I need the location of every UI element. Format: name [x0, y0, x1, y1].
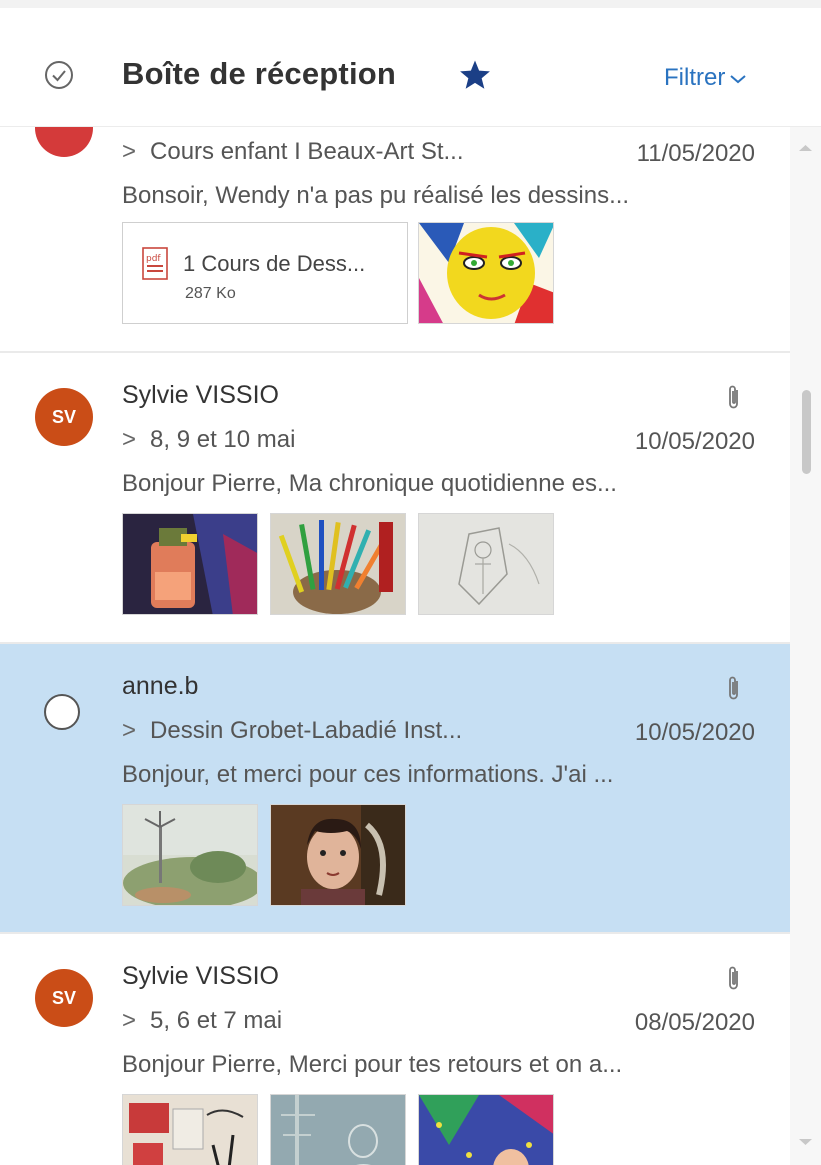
message-subject-text: 8, 9 et 10 mai: [150, 426, 296, 453]
attachment-thumbnail[interactable]: [418, 1094, 554, 1165]
attachment-card[interactable]: pdf 1 Cours de Dess... 287 Ko: [122, 222, 408, 324]
attachment-thumbnail[interactable]: [122, 513, 258, 615]
paperclip-icon: [729, 385, 738, 409]
scrollbar-thumb[interactable]: [802, 390, 811, 474]
paperclip-icon: [729, 966, 738, 990]
favorite-star-icon[interactable]: [458, 58, 492, 92]
attachment-thumbnail[interactable]: [270, 804, 406, 906]
filter-button[interactable]: Filtrer: [664, 64, 747, 92]
attachment-thumbnail[interactable]: [270, 1094, 406, 1165]
thread-chevron-icon[interactable]: >: [122, 426, 136, 454]
message-subject: >5, 6 et 7 mai: [122, 1007, 282, 1035]
chevron-down-icon: [730, 74, 746, 83]
message-sender: Sylvie VISSIO: [122, 962, 279, 990]
avatar: SV: [35, 388, 93, 446]
message-item[interactable]: SV Sylvie VISSIO >5, 6 et 7 mai 08/05/20…: [0, 934, 790, 1165]
message-subject-text: 5, 6 et 7 mai: [150, 1007, 283, 1034]
scroll-up-arrow-icon[interactable]: [790, 137, 821, 159]
message-item[interactable]: > Cours enfant I Beaux-Art St... 11/05/20…: [0, 127, 790, 352]
message-subject: >8, 9 et 10 mai: [122, 426, 295, 454]
message-preview: Bonsoir, Wendy n'a pas pu réalisé les de…: [122, 182, 630, 209]
message-preview: Bonjour Pierre, Ma chronique quotidienne…: [122, 470, 617, 497]
message-date: 10/05/2020: [634, 719, 755, 746]
attachment-thumbnail[interactable]: [418, 222, 554, 324]
thread-chevron-icon[interactable]: >: [122, 138, 136, 166]
message-sender: Sylvie VISSIO: [122, 381, 279, 409]
pdf-file-icon: pdf: [142, 247, 168, 280]
attachment-thumbnail[interactable]: [270, 513, 406, 615]
message-preview: Bonjour Pierre, Merci pour tes retours e…: [122, 1051, 623, 1078]
message-list: > Cours enfant I Beaux-Art St... 11/05/20…: [0, 127, 790, 1165]
message-date: 11/05/2020: [636, 140, 755, 167]
attachment-thumbnail[interactable]: [122, 1094, 258, 1165]
vertical-scrollbar[interactable]: [790, 127, 821, 1165]
inbox-header: Boîte de réception Filtrer: [0, 8, 821, 127]
attachment-size: 287 Ko: [185, 285, 236, 302]
message-date: 08/05/2020: [634, 1009, 755, 1036]
attachment-thumbnail[interactable]: [418, 513, 554, 615]
message-sender: anne.b: [122, 672, 199, 700]
message-preview: Bonjour, et merci pour ces informations.…: [122, 761, 614, 788]
message-item-selected[interactable]: anne.b > Dessin Grobet-Labadié Inst... 10…: [0, 644, 790, 932]
message-subject: > Cours enfant I Beaux-Art St...: [122, 138, 464, 166]
avatar: SV: [35, 969, 93, 1027]
scroll-down-arrow-icon[interactable]: [790, 1131, 821, 1153]
attachment-name: 1 Cours de Dess...: [183, 251, 366, 276]
paperclip-icon: [729, 676, 738, 700]
message-subject-text: Dessin Grobet-Labadié Inst...: [150, 717, 463, 744]
message-subject-text: Cours enfant I Beaux-Art St...: [150, 138, 464, 165]
svg-text:pdf: pdf: [146, 254, 161, 264]
thread-chevron-icon[interactable]: >: [122, 1007, 136, 1035]
select-radio[interactable]: [44, 694, 80, 730]
message-subject: > Dessin Grobet-Labadié Inst...: [122, 717, 462, 745]
filter-label: Filtrer: [664, 64, 726, 91]
message-item[interactable]: SV Sylvie VISSIO >8, 9 et 10 mai 10/05/2…: [0, 353, 790, 643]
select-all-check-icon[interactable]: [44, 60, 74, 90]
message-date: 10/05/2020: [634, 428, 755, 455]
avatar: [35, 127, 93, 157]
page-title: Boîte de réception: [122, 56, 397, 91]
attachment-thumbnail[interactable]: [122, 804, 258, 906]
thread-chevron-icon[interactable]: >: [122, 717, 136, 745]
